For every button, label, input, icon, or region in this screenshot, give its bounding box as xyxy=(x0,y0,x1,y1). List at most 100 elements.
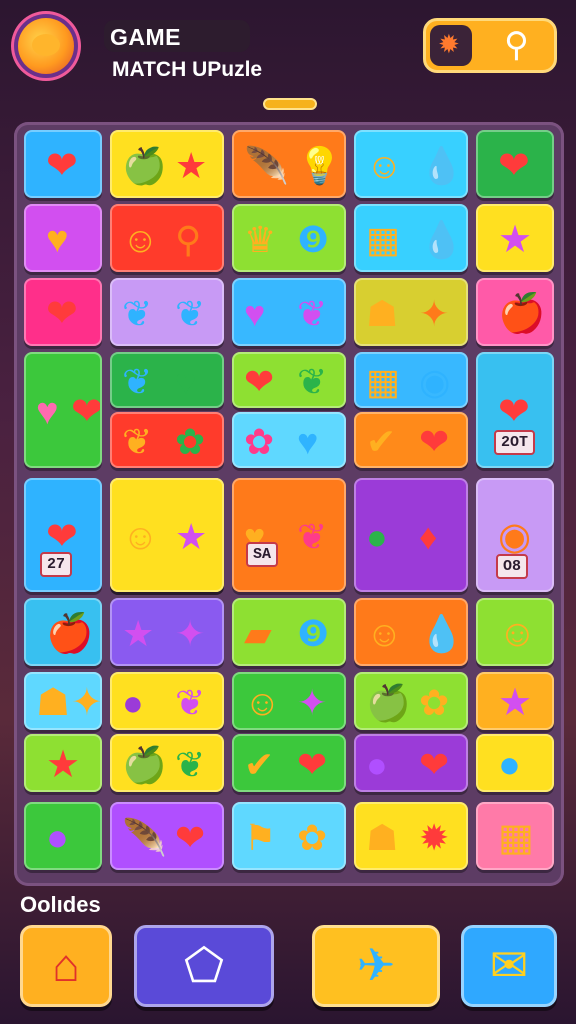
tile-gem-icon: ❤ xyxy=(46,516,78,558)
board-tile[interactable]: ❦ ❦ xyxy=(110,278,224,346)
board-tile[interactable]: ❤ xyxy=(24,278,102,346)
board-tile[interactable]: ▦ 💧 xyxy=(354,204,468,272)
tile-gem-icon: ❤ xyxy=(71,391,102,433)
board-tile[interactable]: ● ❤ xyxy=(354,734,468,792)
tile-gem-icon: ✿ xyxy=(297,817,328,858)
board-tile[interactable]: ♥ xyxy=(24,204,102,272)
tile-gem-icon: ▰ xyxy=(244,613,272,654)
board-tile[interactable]: ✿ ♥ xyxy=(232,412,346,468)
board-tile[interactable]: ★ xyxy=(24,734,102,792)
tile-gem-icon: ☗ xyxy=(366,293,399,334)
tile-gem-icon: ♥ xyxy=(175,361,197,402)
tile-gem-icon: ❦ xyxy=(297,293,328,334)
board-tile[interactable]: ▦ xyxy=(476,802,554,870)
board-tile[interactable]: ❤ ❦ xyxy=(232,352,346,408)
board-tile[interactable]: ☺ 💧 xyxy=(354,598,468,666)
board-tile[interactable]: 🍏 ❦ xyxy=(110,734,224,792)
tile-gem-icon: ♦ xyxy=(419,516,438,557)
board-tile[interactable]: ☺ xyxy=(476,598,554,666)
board-tile[interactable]: 🪶 💡 xyxy=(232,130,346,198)
board-tile[interactable]: ● xyxy=(476,734,554,792)
envelope-icon: ✉ xyxy=(489,939,529,991)
tile-number-label: O8 xyxy=(496,554,529,579)
tile-gem-icon: ✔ xyxy=(244,744,275,785)
board-tile[interactable]: ★ xyxy=(476,204,554,272)
tile-gem-icon: ✦ xyxy=(297,682,328,723)
tile-gem-icon: ❤ xyxy=(419,744,450,785)
tile-gem-icon: 💡 xyxy=(297,145,342,186)
board-tile[interactable]: ● ♦ xyxy=(354,478,468,592)
board-handle[interactable] xyxy=(263,98,317,110)
tile-gem-icon: ● xyxy=(366,744,388,785)
board-tile[interactable]: ★ xyxy=(476,672,554,730)
game-subtitle: MATCH UPuzle xyxy=(112,58,263,81)
tile-gem-icon: ❦ xyxy=(122,361,153,402)
board-tile[interactable]: ★ ✦ xyxy=(110,598,224,666)
board-tile[interactable]: 🍎 xyxy=(476,278,554,346)
powerup-toggle[interactable]: ✹ ⚲ xyxy=(423,18,557,73)
board-tile[interactable]: ☺ ⚲ xyxy=(110,204,224,272)
board-tile[interactable]: ❤ xyxy=(24,130,102,198)
tile-gem-icon: ☺ xyxy=(498,613,537,655)
board-tile[interactable]: ☺ 💧 xyxy=(354,130,468,198)
board-tile[interactable]: ☗ ✹ xyxy=(354,802,468,870)
tile-gem-icon: 💧 xyxy=(419,219,464,260)
board-tile[interactable]: ☺ ✦ xyxy=(232,672,346,730)
tile-gem-icon: 🍎 xyxy=(46,613,94,655)
board-tile[interactable]: ❦ ♥ xyxy=(110,352,224,408)
board-tile[interactable]: 🪶 ❤ xyxy=(110,802,224,870)
puzzle-button[interactable]: ⬠ xyxy=(134,925,274,1007)
board-tile[interactable]: 🍏 ★ xyxy=(110,130,224,198)
footer-title: Oolıdes xyxy=(20,892,101,917)
board-tile[interactable]: ☺ ★ xyxy=(110,478,224,592)
board-tile[interactable]: ● xyxy=(24,802,102,870)
mail-button[interactable]: ✉ xyxy=(461,925,557,1007)
tile-gem-icon: ♥ xyxy=(36,391,59,433)
tile-gem-icon: ❦ xyxy=(122,421,153,462)
board-tile[interactable]: ☗ ✦ xyxy=(24,672,102,730)
board-tile[interactable]: ▦ ◉ xyxy=(354,352,468,408)
tile-gem-icon: ❤ xyxy=(46,293,78,335)
tile-gem-icon: ❤ xyxy=(419,421,450,462)
tile-gem-icon: ☺ xyxy=(244,682,281,723)
tile-gem-icon: ✦ xyxy=(71,682,102,724)
tile-gem-icon: ❾ xyxy=(297,613,330,654)
tile-gem-icon: ☺ xyxy=(122,219,159,260)
tile-gem-icon: ❤ xyxy=(498,391,530,433)
tile-gem-icon: ❤ xyxy=(297,744,328,785)
tile-gem-icon: ★ xyxy=(175,516,208,557)
tile-gem-icon: ❾ xyxy=(297,219,330,260)
board-tile[interactable]: 🍏 ✿ xyxy=(354,672,468,730)
tile-gem-icon: 🍏 xyxy=(122,744,167,785)
board-tile[interactable]: ❤ xyxy=(476,130,554,198)
tile-gem-icon: ◉ xyxy=(498,516,532,558)
board-tile[interactable]: ⚑ ✿ xyxy=(232,802,346,870)
board-tile[interactable]: ✔ ❤ xyxy=(232,734,346,792)
tile-gem-icon: ☺ xyxy=(122,516,159,557)
board-tile[interactable]: ♥❦ xyxy=(232,278,346,346)
tile-gem-icon: ☗ xyxy=(366,817,399,858)
board-tile[interactable]: ☗ ✦ xyxy=(354,278,468,346)
board-tile[interactable]: ♛ ❾ xyxy=(232,204,346,272)
rocket-button[interactable]: ✈ xyxy=(312,925,440,1007)
rocket-icon: ✈ xyxy=(356,939,396,991)
board-tile[interactable]: ✔ ❤ xyxy=(354,412,468,468)
board-tile[interactable]: ♥❦ xyxy=(232,478,346,592)
tile-gem-icon: 🍏 xyxy=(366,682,411,723)
tile-number-label: 27 xyxy=(40,552,73,577)
board-tile[interactable]: ▰ ❾ xyxy=(232,598,346,666)
board-tile[interactable]: ♥ ❤ xyxy=(24,352,102,468)
board-tile[interactable]: ● ❦ xyxy=(110,672,224,730)
tile-gem-icon: ✿ xyxy=(419,682,450,723)
home-button[interactable]: ⌂ xyxy=(20,925,112,1007)
tile-gem-icon: ❦ xyxy=(175,293,206,334)
magnifier-icon[interactable]: ⚲ xyxy=(504,25,529,65)
board-tile[interactable]: 🍎 xyxy=(24,598,102,666)
tile-gem-icon: ❦ xyxy=(175,744,206,785)
tile-gem-icon: ♥ xyxy=(244,293,266,334)
sun-face-icon[interactable] xyxy=(18,18,74,74)
board-tile[interactable]: ❦ ✿ xyxy=(110,412,224,468)
tile-gem-icon: ✿ xyxy=(175,421,206,462)
rocket-icon[interactable]: ✹ xyxy=(438,29,460,60)
tile-gem-icon: ★ xyxy=(498,219,533,261)
